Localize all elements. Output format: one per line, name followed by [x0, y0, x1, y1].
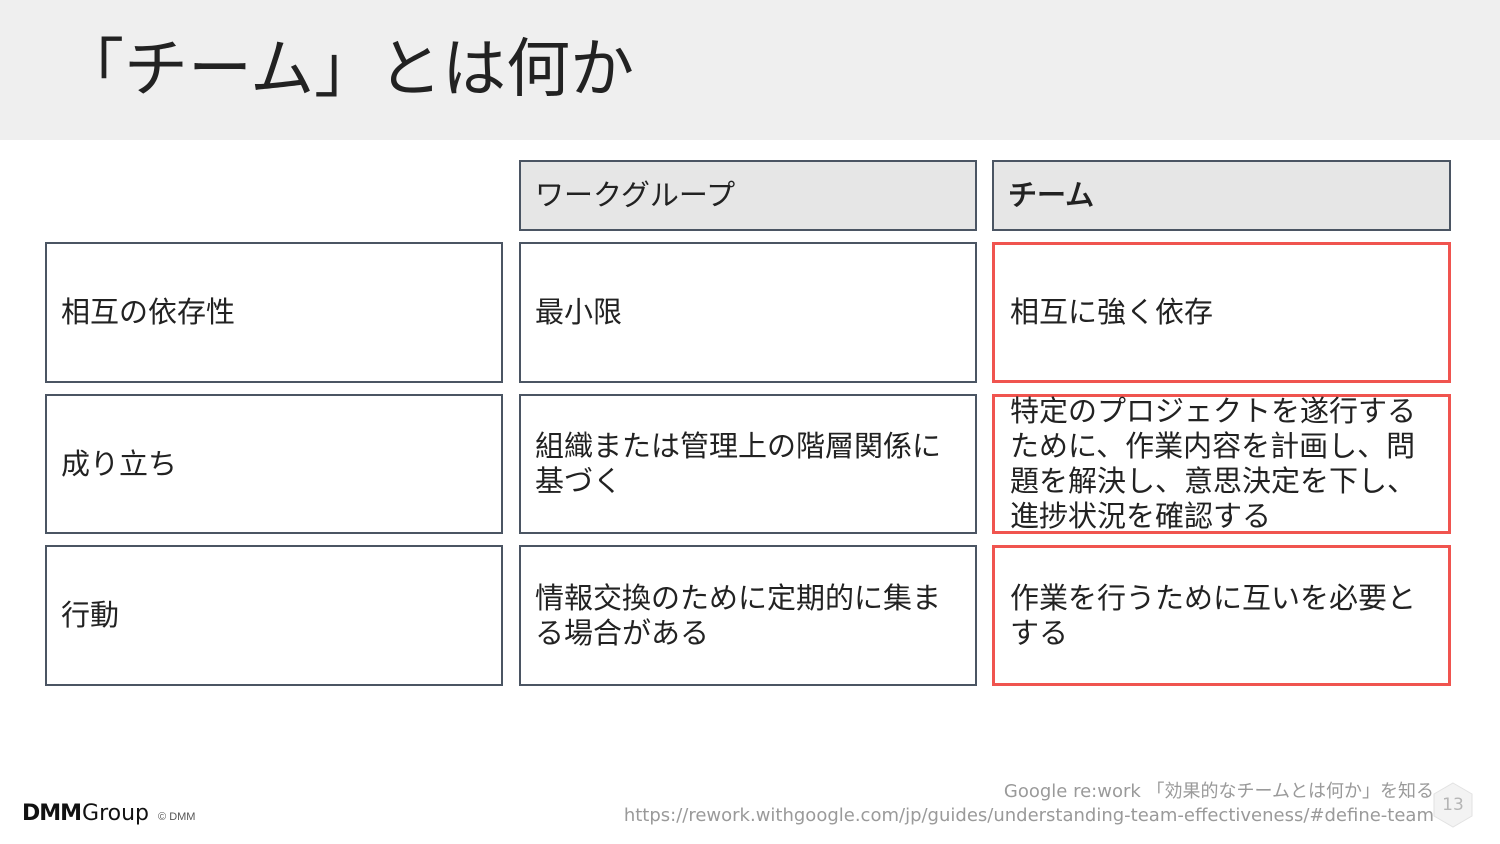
source-citation: Google re:work 「効果的なチームとは何か」を知る https://… — [624, 780, 1434, 828]
logo-dmm-text: DMM — [22, 801, 82, 826]
source-url[interactable]: https://rework.withgoogle.com/jp/guides/… — [624, 804, 1434, 828]
workgroup-cell-formation: 組織または管理上の階層関係に基づく — [519, 394, 977, 534]
team-cell-behavior: 作業を行うために互いを必要とする — [992, 545, 1451, 686]
dmm-group-logo: DMM Group © DMM — [22, 801, 195, 831]
source-title: Google re:work 「効果的なチームとは何か」を知る — [1003, 781, 1434, 802]
page-number-badge: 13 — [1433, 782, 1473, 828]
workgroup-cell-behavior: 情報交換のために定期的に集まる場合がある — [519, 545, 977, 686]
row-label-behavior: 行動 — [45, 545, 503, 686]
header-workgroup: ワークグループ — [519, 160, 977, 231]
team-cell-formation: 特定のプロジェクトを遂行するために、作業内容を計画し、問題を解決し、意思決定を下… — [992, 394, 1451, 534]
logo-group-text: Group — [82, 801, 150, 826]
team-cell-interdependence: 相互に強く依存 — [992, 242, 1451, 383]
row-label-formation: 成り立ち — [45, 394, 503, 534]
header-team: チーム — [992, 160, 1451, 231]
row-label-interdependence: 相互の依存性 — [45, 242, 503, 383]
workgroup-cell-interdependence: 最小限 — [519, 242, 977, 383]
title-bar: 「チーム」とは何か — [0, 0, 1500, 140]
copyright: © DMM — [158, 811, 196, 823]
page-number: 13 — [1442, 795, 1464, 815]
slide-title: 「チーム」とは何か — [60, 33, 635, 107]
